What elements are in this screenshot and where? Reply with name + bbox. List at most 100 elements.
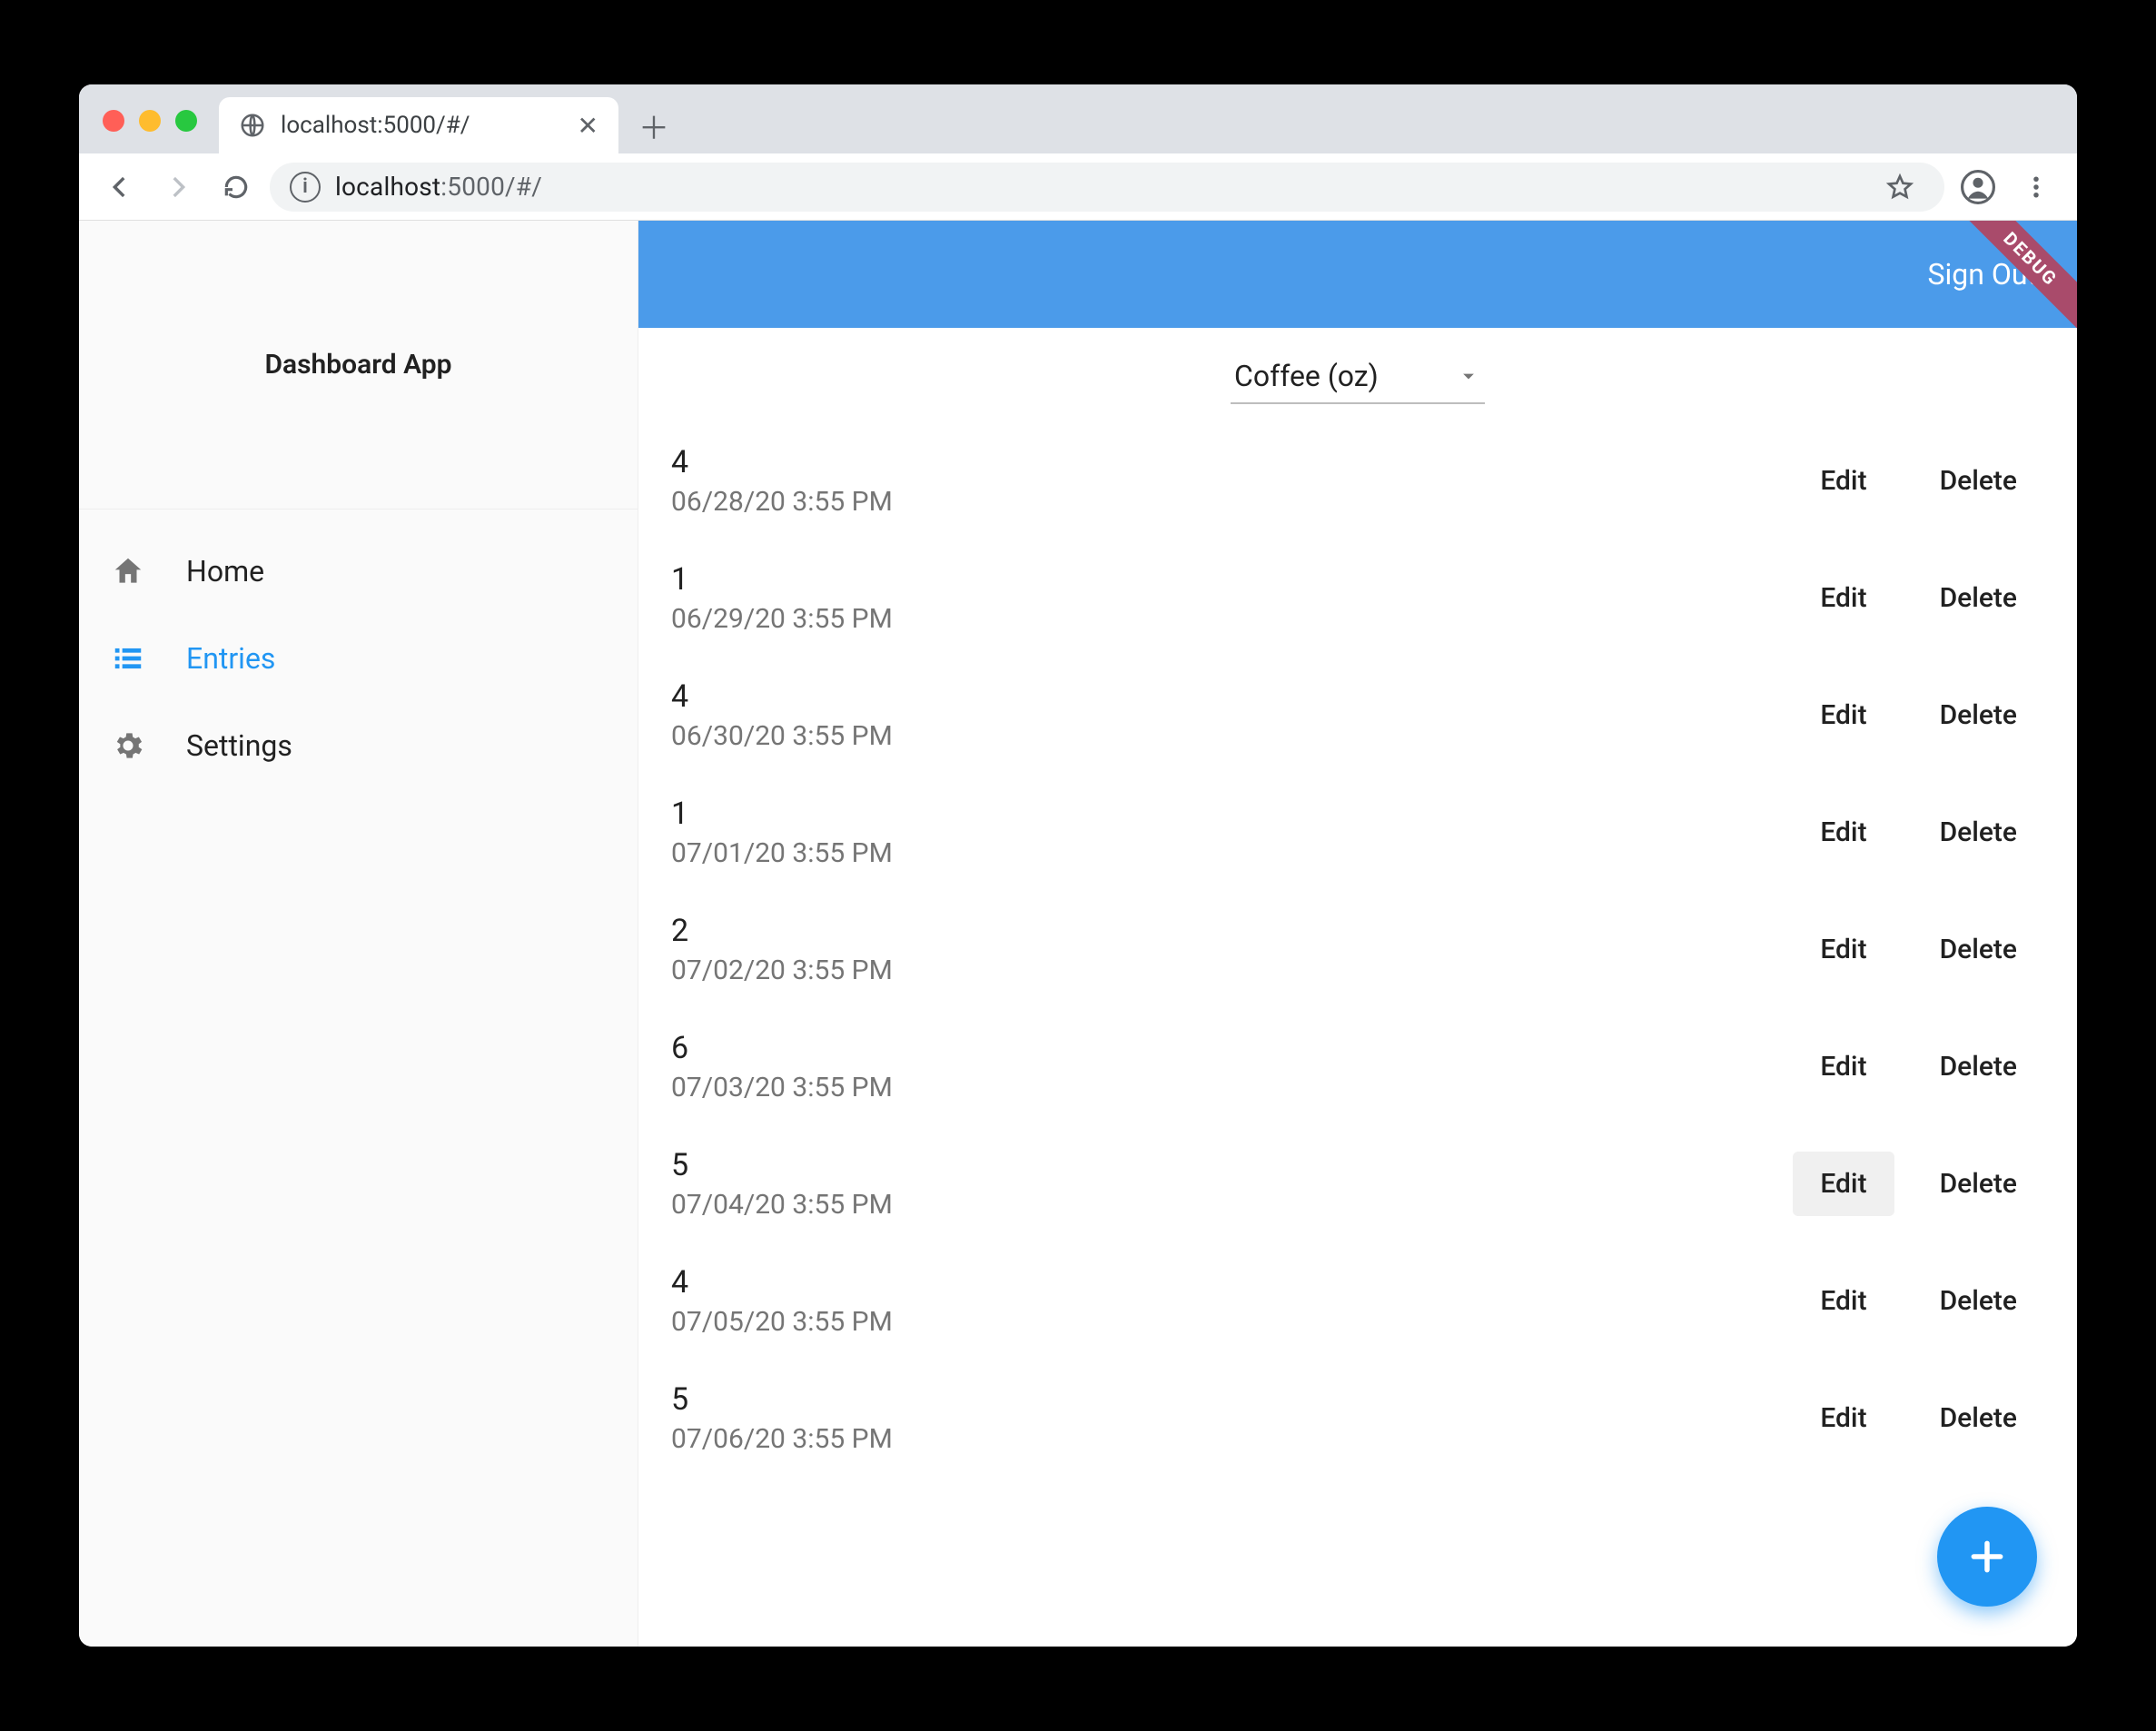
delete-button[interactable]: Delete xyxy=(1913,566,2044,630)
entry-content: 1 06/29/20 3:55 PM xyxy=(671,561,1775,635)
edit-button[interactable]: Edit xyxy=(1793,1269,1894,1333)
entry-row: 2 07/02/20 3:55 PM Edit Delete xyxy=(638,891,2077,1008)
new-tab-button[interactable]: ＋ xyxy=(631,103,677,148)
entry-value: 2 xyxy=(671,913,1775,949)
browser-tab[interactable]: localhost:5000/#/ ✕ xyxy=(219,97,618,153)
edit-button[interactable]: Edit xyxy=(1793,566,1894,630)
app-topbar: Sign Out DEBUG xyxy=(638,221,2077,328)
entry-content: 4 06/28/20 3:55 PM xyxy=(671,444,1775,518)
edit-button[interactable]: Edit xyxy=(1793,1034,1894,1099)
entry-row: 1 06/29/20 3:55 PM Edit Delete xyxy=(638,539,2077,657)
entry-timestamp: 07/06/20 3:55 PM xyxy=(671,1423,1775,1455)
chevron-down-icon xyxy=(1456,363,1481,389)
main-panel: Sign Out DEBUG Coffee (oz) 4 06/28/20 3:5… xyxy=(638,221,2077,1647)
url-text: localhost:5000/#/ xyxy=(335,172,1861,202)
site-info-icon[interactable]: i xyxy=(290,172,321,203)
edit-button[interactable]: Edit xyxy=(1793,1386,1894,1450)
address-toolbar: i localhost:5000/#/ xyxy=(79,153,2077,221)
edit-button[interactable]: Edit xyxy=(1793,1152,1894,1216)
edit-button[interactable]: Edit xyxy=(1793,449,1894,513)
entry-timestamp: 07/01/20 3:55 PM xyxy=(671,837,1775,869)
sidebar-item-home[interactable]: Home xyxy=(79,528,638,615)
entry-value: 4 xyxy=(671,678,1775,715)
browser-window: localhost:5000/#/ ✕ ＋ i localhost:5000/#… xyxy=(79,84,2077,1647)
close-icon[interactable]: ✕ xyxy=(578,111,598,141)
entry-row: 6 07/03/20 3:55 PM Edit Delete xyxy=(638,1008,2077,1125)
kebab-menu-icon[interactable] xyxy=(2012,163,2061,212)
entry-row: 4 07/05/20 3:55 PM Edit Delete xyxy=(638,1242,2077,1360)
home-icon xyxy=(110,553,146,589)
url-rest: :5000/#/ xyxy=(440,172,542,202)
app-root: Dashboard App Home Entries Settings Sign O… xyxy=(79,221,2077,1647)
entry-timestamp: 06/30/20 3:55 PM xyxy=(671,720,1775,752)
sidebar-item-label: Home xyxy=(186,554,264,589)
entry-value: 5 xyxy=(671,1381,1775,1418)
entry-value: 1 xyxy=(671,796,1775,832)
entry-content: 5 07/06/20 3:55 PM xyxy=(671,1381,1775,1455)
delete-button[interactable]: Delete xyxy=(1913,683,2044,747)
settings-icon xyxy=(110,727,146,764)
window-maximize-button[interactable] xyxy=(175,110,197,132)
bookmark-star-icon[interactable] xyxy=(1875,163,1924,212)
brand-title: Dashboard App xyxy=(264,349,451,381)
entry-timestamp: 06/28/20 3:55 PM xyxy=(671,486,1775,518)
delete-button[interactable]: Delete xyxy=(1913,1386,2044,1450)
profile-avatar-icon[interactable] xyxy=(1953,163,2003,212)
sidebar-item-entries[interactable]: Entries xyxy=(79,615,638,702)
window-controls xyxy=(94,110,210,153)
entry-row: 5 07/04/20 3:55 PM Edit Delete xyxy=(638,1125,2077,1242)
sidebar-item-settings[interactable]: Settings xyxy=(79,702,638,789)
entry-timestamp: 06/29/20 3:55 PM xyxy=(671,603,1775,635)
entry-row: 1 07/01/20 3:55 PM Edit Delete xyxy=(638,774,2077,891)
entry-value: 1 xyxy=(671,561,1775,598)
entry-value: 6 xyxy=(671,1030,1775,1066)
delete-button[interactable]: Delete xyxy=(1913,1269,2044,1333)
edit-button[interactable]: Edit xyxy=(1793,683,1894,747)
entry-value: 4 xyxy=(671,444,1775,480)
entry-content: 5 07/04/20 3:55 PM xyxy=(671,1147,1775,1221)
entry-timestamp: 07/05/20 3:55 PM xyxy=(671,1306,1775,1338)
reload-button[interactable] xyxy=(212,163,261,212)
dropdown-selected-label: Coffee (oz) xyxy=(1234,359,1379,393)
window-minimize-button[interactable] xyxy=(139,110,161,132)
sidebar-nav: Home Entries Settings xyxy=(79,509,638,789)
delete-button[interactable]: Delete xyxy=(1913,800,2044,865)
add-entry-fab[interactable] xyxy=(1937,1507,2037,1607)
entry-content: 4 07/05/20 3:55 PM xyxy=(671,1264,1775,1338)
entry-row: 4 06/28/20 3:55 PM Edit Delete xyxy=(638,422,2077,539)
entry-content: 1 07/01/20 3:55 PM xyxy=(671,796,1775,869)
globe-icon xyxy=(239,112,266,139)
entry-timestamp: 07/02/20 3:55 PM xyxy=(671,955,1775,986)
entry-content: 2 07/02/20 3:55 PM xyxy=(671,913,1775,986)
category-selector-row: Coffee (oz) xyxy=(638,328,2077,411)
back-button[interactable] xyxy=(95,163,144,212)
entry-value: 4 xyxy=(671,1264,1775,1301)
window-close-button[interactable] xyxy=(103,110,124,132)
edit-button[interactable]: Edit xyxy=(1793,800,1894,865)
url-host: localhost xyxy=(335,172,440,202)
category-dropdown[interactable]: Coffee (oz) xyxy=(1231,351,1485,404)
tab-title: localhost:5000/#/ xyxy=(281,112,563,139)
delete-button[interactable]: Delete xyxy=(1913,1034,2044,1099)
entry-row: 4 06/30/20 3:55 PM Edit Delete xyxy=(638,657,2077,774)
delete-button[interactable]: Delete xyxy=(1913,449,2044,513)
plus-icon xyxy=(1967,1537,2007,1577)
entry-row: 5 07/06/20 3:55 PM Edit Delete xyxy=(638,1360,2077,1477)
address-bar[interactable]: i localhost:5000/#/ xyxy=(270,163,1944,212)
delete-button[interactable]: Delete xyxy=(1913,1152,2044,1216)
tab-strip: localhost:5000/#/ ✕ ＋ xyxy=(79,84,2077,153)
sidebar-item-label: Entries xyxy=(186,641,275,676)
sidebar-item-label: Settings xyxy=(186,728,292,763)
entry-timestamp: 07/03/20 3:55 PM xyxy=(671,1072,1775,1103)
entry-value: 5 xyxy=(671,1147,1775,1183)
sidebar-brand: Dashboard App xyxy=(79,221,638,509)
list-icon xyxy=(110,640,146,677)
entry-timestamp: 07/04/20 3:55 PM xyxy=(671,1189,1775,1221)
entry-content: 6 07/03/20 3:55 PM xyxy=(671,1030,1775,1103)
entry-content: 4 06/30/20 3:55 PM xyxy=(671,678,1775,752)
delete-button[interactable]: Delete xyxy=(1913,917,2044,982)
forward-button[interactable] xyxy=(153,163,203,212)
entries-list[interactable]: 4 06/28/20 3:55 PM Edit Delete 1 06/29/20 3:5… xyxy=(638,411,2077,1647)
edit-button[interactable]: Edit xyxy=(1793,917,1894,982)
sidebar: Dashboard App Home Entries Settings xyxy=(79,221,638,1647)
